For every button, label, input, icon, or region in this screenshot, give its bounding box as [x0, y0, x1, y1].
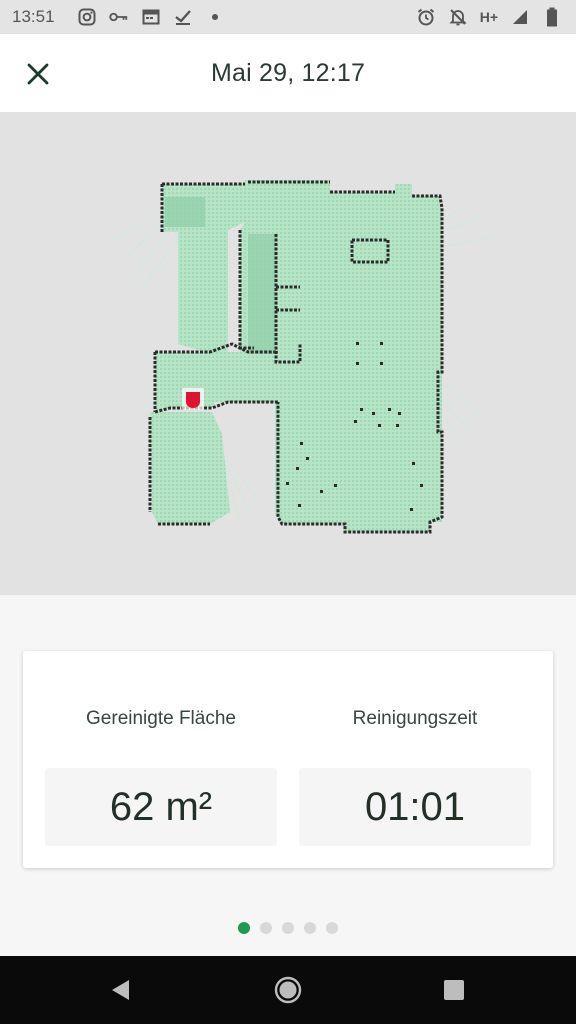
cleaned-area-value-box: 62 m² [45, 768, 277, 846]
calendar-icon [141, 7, 161, 27]
page-dot-3[interactable] [282, 922, 294, 934]
cleaning-time-value: 01:01 [364, 784, 466, 829]
page-title: Mai 29, 12:17 [210, 58, 366, 87]
robot-position-marker [182, 388, 204, 410]
page-dot-5[interactable] [326, 922, 338, 934]
signal-icon [510, 7, 530, 27]
status-time: 13:51 [12, 7, 55, 26]
home-icon [274, 976, 302, 1004]
page-dot-1[interactable] [238, 922, 250, 934]
floor-plan [109, 180, 491, 534]
page-dot-2[interactable] [260, 922, 272, 934]
check-icon [173, 7, 193, 27]
nav-recents-button[interactable] [436, 972, 472, 1008]
notifications-off-icon [448, 7, 468, 27]
cleaned-area-value: 62 m² [109, 784, 213, 829]
cleaning-map[interactable] [0, 112, 576, 595]
status-bar-left: 13:51 [12, 7, 225, 27]
network-type: H+ [479, 9, 498, 25]
back-icon [112, 980, 129, 1000]
cleaning-stats-card: Gereinigte Fläche 62 m² Reinigungszeit 0… [23, 651, 553, 868]
recents-icon [444, 980, 464, 1000]
cleaned-area [150, 180, 442, 532]
close-button[interactable] [20, 56, 56, 92]
cleaning-time-label: Reinigungszeit [352, 708, 478, 729]
dot-icon [205, 7, 225, 27]
status-bar-right: H+ [416, 0, 562, 34]
nav-home-button[interactable] [270, 972, 306, 1008]
cleaned-area-label: Gereinigte Fläche [86, 708, 236, 729]
battery-icon [542, 7, 562, 27]
alarm-icon [416, 7, 436, 27]
page-indicator [0, 922, 576, 936]
page-dot-4[interactable] [304, 922, 316, 934]
cleaning-time-value-box: 01:01 [299, 768, 531, 846]
app-header: Mai 29, 12:17 [0, 34, 576, 112]
key-icon [108, 7, 129, 27]
instagram-icon [77, 7, 97, 27]
system-nav-bar [0, 956, 576, 1024]
status-bar: 13:51 H+ [0, 0, 576, 34]
close-icon [27, 63, 49, 85]
nav-back-button[interactable] [102, 972, 138, 1008]
